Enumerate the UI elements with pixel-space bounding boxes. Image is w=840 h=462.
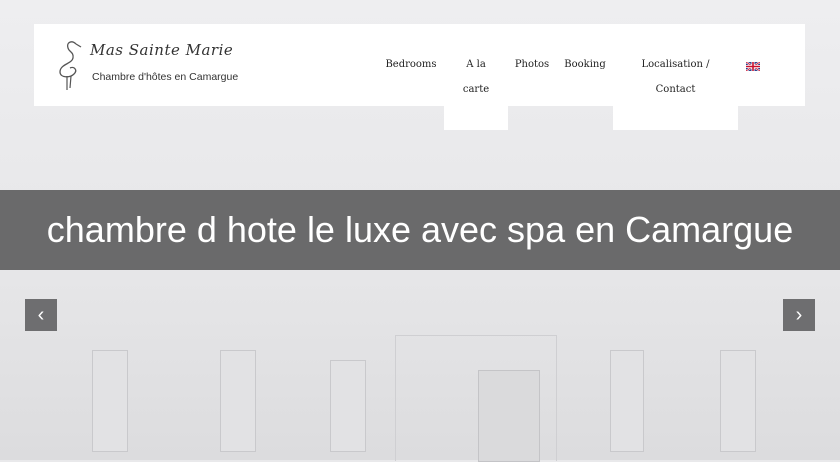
nav-item-localisation-contact: Localisation / Contact [613,52,738,102]
chevron-left-icon: ‹ [37,304,45,326]
nav-item-label: Photos [514,59,550,70]
nav-item-bedrooms[interactable]: Bedrooms [380,52,442,78]
uk-flag-icon[interactable] [746,62,760,71]
nav-item-label-line1: Localisation / [641,59,710,70]
nav-item-label-line1: A la [466,59,486,70]
nav-item-label-line2: carte [462,84,490,95]
logo-name: Mas Sainte Marie [90,41,234,59]
photo-window [720,350,756,452]
photo-window [610,350,644,452]
nav-item-photos[interactable]: Photos [510,52,554,78]
nav-item-label: Booking [564,59,606,70]
photo-window [330,360,366,452]
site-header: Mas Sainte Marie Chambre d'hôtes en Cama… [34,24,805,130]
nav-item-label-line2: Contact [655,84,696,95]
slider-prev-button[interactable]: ‹ [25,299,57,331]
nav-item-a-la-carte: A la carte [444,52,508,102]
nav-item-label: Bedrooms [385,59,437,70]
flamingo-icon [59,41,82,90]
nav-item-booking[interactable]: Booking [560,52,610,78]
chevron-right-icon: › [795,304,803,326]
logo-tagline: Chambre d'hôtes en Camargue [92,71,239,83]
slider-next-button[interactable]: › [783,299,815,331]
photo-window [92,350,128,452]
nav-dropdown-localisation[interactable]: Localisation / Contact [613,52,738,130]
page-title: chambre d hote le luxe avec spa en Camar… [46,209,794,250]
photo-window [220,350,256,452]
photo-door [478,370,540,462]
nav-dropdown-a-la-carte[interactable]: A la carte [444,52,508,130]
site-logo[interactable]: Mas Sainte Marie Chambre d'hôtes en Cama… [54,38,254,94]
title-banner: chambre d hote le luxe avec spa en Camar… [0,190,840,270]
